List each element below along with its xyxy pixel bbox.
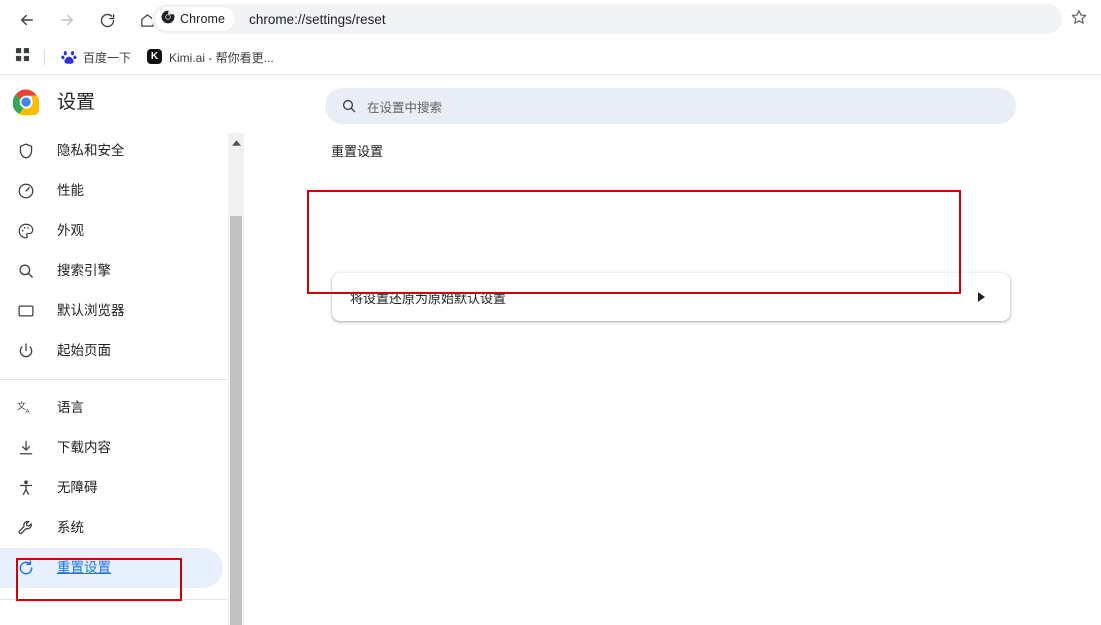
- address-bar[interactable]: Chrome chrome://settings/reset: [152, 4, 1062, 34]
- kimi-favicon: K: [147, 49, 163, 65]
- browser-toolbar: Chrome chrome://settings/reset: [0, 0, 1101, 40]
- bookmarks-divider: [44, 49, 45, 65]
- settings-sidebar: 隐私和安全 性能 外观 搜索引擎 默认浏览器 起始页面 文 A 语言 下载内容 …: [0, 131, 228, 625]
- sidebar-item-system[interactable]: 系统: [0, 508, 223, 548]
- bookmark-item-baidu[interactable]: 百度一下: [53, 45, 139, 69]
- settings-main-content: 重置设置 将设置还原为原始默认设置: [244, 131, 1101, 625]
- chrome-logo-icon: [12, 89, 41, 118]
- forward-button[interactable]: [50, 3, 84, 37]
- power-icon: [16, 341, 36, 361]
- sidebar-item-label: 下载内容: [57, 440, 111, 456]
- back-arrow-icon: [18, 11, 36, 29]
- sidebar-item-label: 系统: [57, 520, 84, 536]
- chevron-right-icon: [977, 292, 986, 303]
- search-input-placeholder: 在设置中搜索: [367, 100, 443, 115]
- sidebar-item-label: 默认浏览器: [57, 303, 125, 319]
- sidebar-item-default-browser[interactable]: 默认浏览器: [0, 291, 223, 331]
- chrome-glyph-icon: [161, 10, 175, 29]
- wrench-icon: [16, 518, 36, 538]
- reset-circular-arrow-icon: [16, 558, 36, 578]
- sidebar-item-label: 外观: [57, 223, 84, 239]
- page-title: 设置: [57, 92, 96, 113]
- accessibility-icon: [16, 478, 36, 498]
- back-button[interactable]: [10, 3, 44, 37]
- bookmarks-bar: 百度一下 K Kimi.ai - 帮你看更...: [0, 40, 1101, 75]
- palette-icon: [16, 221, 36, 241]
- sidebar-item-label: 无障碍: [57, 480, 98, 496]
- browser-window-icon: [16, 301, 36, 321]
- scroll-up-arrow-icon[interactable]: [228, 136, 244, 150]
- shield-icon: [16, 141, 36, 161]
- apps-grid-button[interactable]: [8, 45, 36, 69]
- chrome-chip[interactable]: Chrome: [155, 7, 236, 31]
- browser-window: Chrome chrome://settings/reset 百度一下 K Ki…: [0, 0, 1101, 625]
- sidebar-item-label: 重置设置: [57, 560, 111, 576]
- sidebar-item-appearance[interactable]: 外观: [0, 211, 223, 251]
- forward-arrow-icon: [58, 11, 76, 29]
- restore-defaults-row[interactable]: 将设置还原为原始默认设置: [332, 273, 1010, 321]
- sidebar-scrollbar[interactable]: [228, 133, 244, 625]
- sidebar-divider: [0, 379, 228, 380]
- download-icon: [16, 438, 36, 458]
- sidebar-item-label: 隐私和安全: [57, 143, 125, 159]
- restore-defaults-label: 将设置还原为原始默认设置: [350, 290, 507, 306]
- sidebar-item-label: 搜索引擎: [57, 263, 111, 279]
- reload-button[interactable]: [90, 3, 124, 37]
- address-bar-url: chrome://settings/reset: [249, 11, 386, 27]
- sidebar-item-privacy-security[interactable]: 隐私和安全: [0, 131, 223, 171]
- sidebar-item-downloads[interactable]: 下载内容: [0, 428, 223, 468]
- section-title: 重置设置: [331, 144, 384, 159]
- sidebar-item-reset-settings[interactable]: 重置设置: [0, 548, 223, 588]
- sidebar-item-on-startup[interactable]: 起始页面: [0, 331, 223, 371]
- search-icon: [16, 261, 36, 281]
- settings-search-box[interactable]: 在设置中搜索: [325, 88, 1016, 124]
- sidebar-item-performance[interactable]: 性能: [0, 171, 223, 211]
- sidebar-item-accessibility[interactable]: 无障碍: [0, 468, 223, 508]
- svg-text:A: A: [25, 408, 30, 415]
- sidebar-item-languages[interactable]: 文 A 语言: [0, 388, 223, 428]
- baidu-paw-favicon: [61, 49, 77, 65]
- kimi-favicon-letter: K: [147, 49, 163, 64]
- sidebar-item-search-engine[interactable]: 搜索引擎: [0, 251, 223, 291]
- bookmark-item-kimi[interactable]: K Kimi.ai - 帮你看更...: [139, 45, 282, 69]
- star-outline-icon: [1071, 9, 1087, 30]
- sidebar-item-label: 语言: [57, 400, 84, 416]
- speedometer-icon: [16, 181, 36, 201]
- sidebar-item-label: 起始页面: [57, 343, 111, 359]
- settings-header: 设置 在设置中搜索: [0, 75, 1101, 131]
- sidebar-divider: [0, 599, 228, 600]
- apps-grid-icon: [15, 47, 30, 67]
- reload-icon: [99, 12, 116, 29]
- sidebar-item-label: 性能: [57, 183, 84, 199]
- search-icon: [341, 98, 357, 114]
- chrome-chip-label: Chrome: [180, 11, 226, 26]
- settings-page: 设置 在设置中搜索 隐私和安全 性能 外观 搜索引擎 默认浏览器 起始页面 文 …: [0, 75, 1101, 625]
- bookmark-label: 百度一下: [83, 50, 132, 65]
- bookmark-label: Kimi.ai - 帮你看更...: [169, 50, 274, 65]
- scrollbar-thumb[interactable]: [230, 216, 242, 625]
- translate-icon: 文 A: [16, 398, 36, 418]
- bookmark-star-button[interactable]: [1065, 5, 1093, 33]
